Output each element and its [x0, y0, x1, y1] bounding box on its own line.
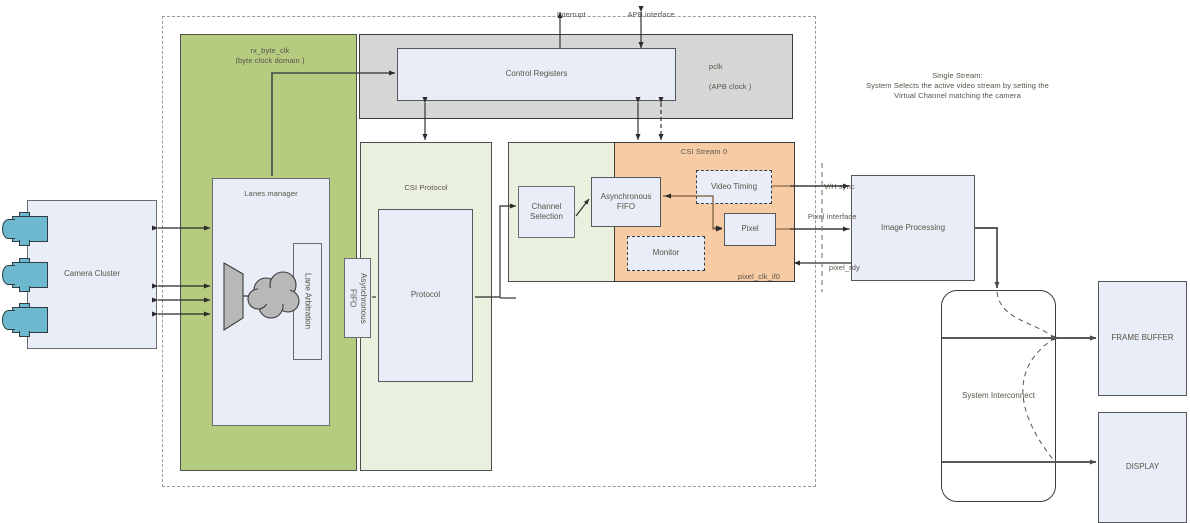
- pixel-clk-if0-label: pixel_clk_if0: [737, 272, 781, 282]
- note-line-2: System Selects the active video stream b…: [866, 80, 1049, 90]
- pixel-block[interactable]: Pixel: [724, 213, 776, 246]
- camera-icon-1: [2, 212, 50, 246]
- frame-buffer-label: FRAME BUFFER: [1111, 333, 1174, 343]
- rx-byte-clk-sub: (byte clock domain ): [235, 56, 305, 65]
- display-block[interactable]: DISPLAY: [1098, 412, 1187, 523]
- async-fifo-stream-block[interactable]: Asynchronous FIFO: [591, 177, 661, 227]
- rx-byte-clk-label: rx_byte_clk (byte clock domain ): [200, 44, 340, 68]
- lane-arbitration-label: Lane Arbitration: [303, 273, 313, 330]
- rx-byte-clk-name: rx_byte_clk: [250, 45, 290, 55]
- display-label: DISPLAY: [1125, 462, 1160, 472]
- protocol-label: Protocol: [410, 290, 441, 300]
- camera-icon-2: [2, 258, 50, 292]
- vh-sync-label: V/H sync: [823, 182, 855, 192]
- async-fifo-stream-label: Asynchronous FIFO: [600, 191, 652, 211]
- single-stream-note: Single Stream: System Selects the active…: [843, 66, 1072, 106]
- protocol-block[interactable]: Protocol: [378, 209, 473, 382]
- image-processing-block[interactable]: Image Processing: [851, 175, 975, 281]
- pclk-label: pclk (APB clock ): [698, 52, 751, 103]
- pclk-name: pclk: [708, 62, 723, 72]
- note-line-3: Virtual Channel matching the camera: [894, 91, 1021, 101]
- interrupt-port-label: Interrupt: [556, 10, 586, 20]
- control-registers-label: Control Registers: [505, 69, 568, 79]
- system-interconnect-block[interactable]: System Interconnect: [941, 290, 1056, 502]
- pclk-sub: (APB clock ): [708, 82, 752, 92]
- pixel-interface-label: Pixel interface: [807, 212, 857, 222]
- lanes-manager-label: Lanes manager: [244, 188, 298, 198]
- channel-selection-block[interactable]: Channel Selection: [518, 186, 575, 238]
- control-registers-block[interactable]: Control Registers: [397, 48, 676, 101]
- frame-buffer-block[interactable]: FRAME BUFFER: [1098, 281, 1187, 396]
- monitor-label: Monitor: [652, 248, 680, 258]
- csi-protocol-region-label: CSI Protocol: [404, 182, 448, 192]
- pixel-label: Pixel: [741, 224, 759, 234]
- note-line-1: Single Stream:: [932, 70, 983, 80]
- camera-icon-3: [2, 303, 50, 337]
- monitor-block[interactable]: Monitor: [627, 236, 705, 271]
- video-timing-label: Video Timing: [710, 181, 758, 191]
- block-diagram-canvas: rx_byte_clk (byte clock domain ) pclk (A…: [0, 0, 1190, 523]
- csi-stream-0-label: CSI Stream 0: [680, 146, 728, 156]
- system-interconnect-label: System Interconnect: [962, 390, 1035, 400]
- pixel-rdy-label: pixel_rdy: [828, 263, 860, 273]
- async-fifo-lanes-label: Asynchronous FIFO: [348, 272, 368, 324]
- video-timing-block[interactable]: Video Timing: [696, 170, 772, 204]
- camera-cluster-label: Camera Cluster: [63, 269, 120, 279]
- lane-arbitration-block[interactable]: Lane Arbitration: [293, 243, 322, 360]
- apb-interface-port-label: APB interface: [627, 10, 675, 20]
- channel-selection-label: Channel Selection: [530, 201, 563, 221]
- image-processing-label: Image Processing: [880, 222, 946, 232]
- async-fifo-lanes-block[interactable]: Asynchronous FIFO: [344, 258, 371, 338]
